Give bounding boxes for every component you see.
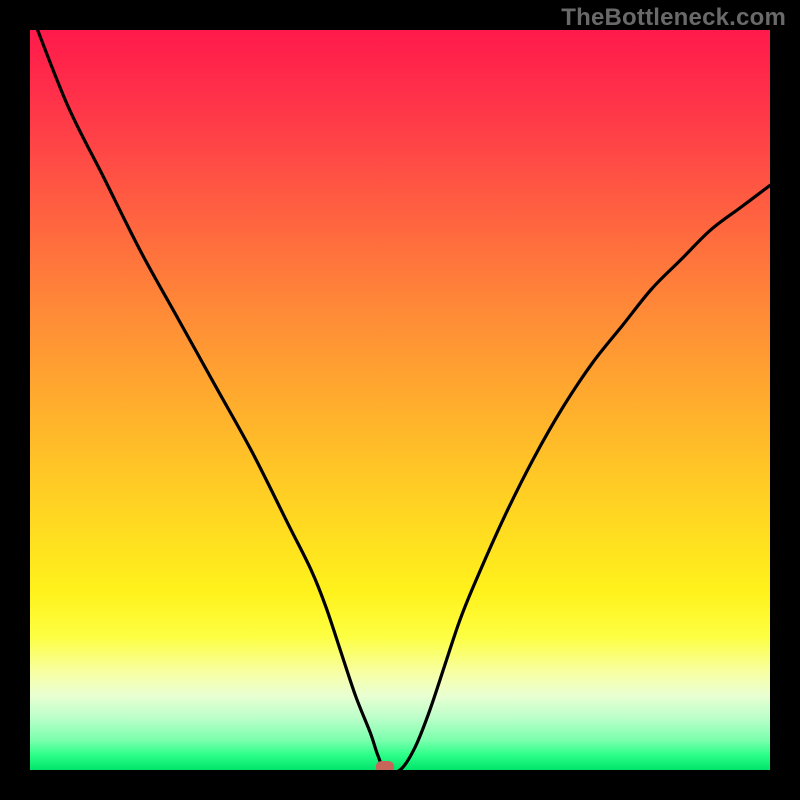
chart-frame: TheBottleneck.com [0, 0, 800, 800]
optimal-point-marker [376, 761, 394, 770]
curve-path [30, 30, 770, 770]
bottleneck-curve [30, 30, 770, 770]
plot-area [30, 30, 770, 770]
watermark-text: TheBottleneck.com [561, 4, 786, 32]
